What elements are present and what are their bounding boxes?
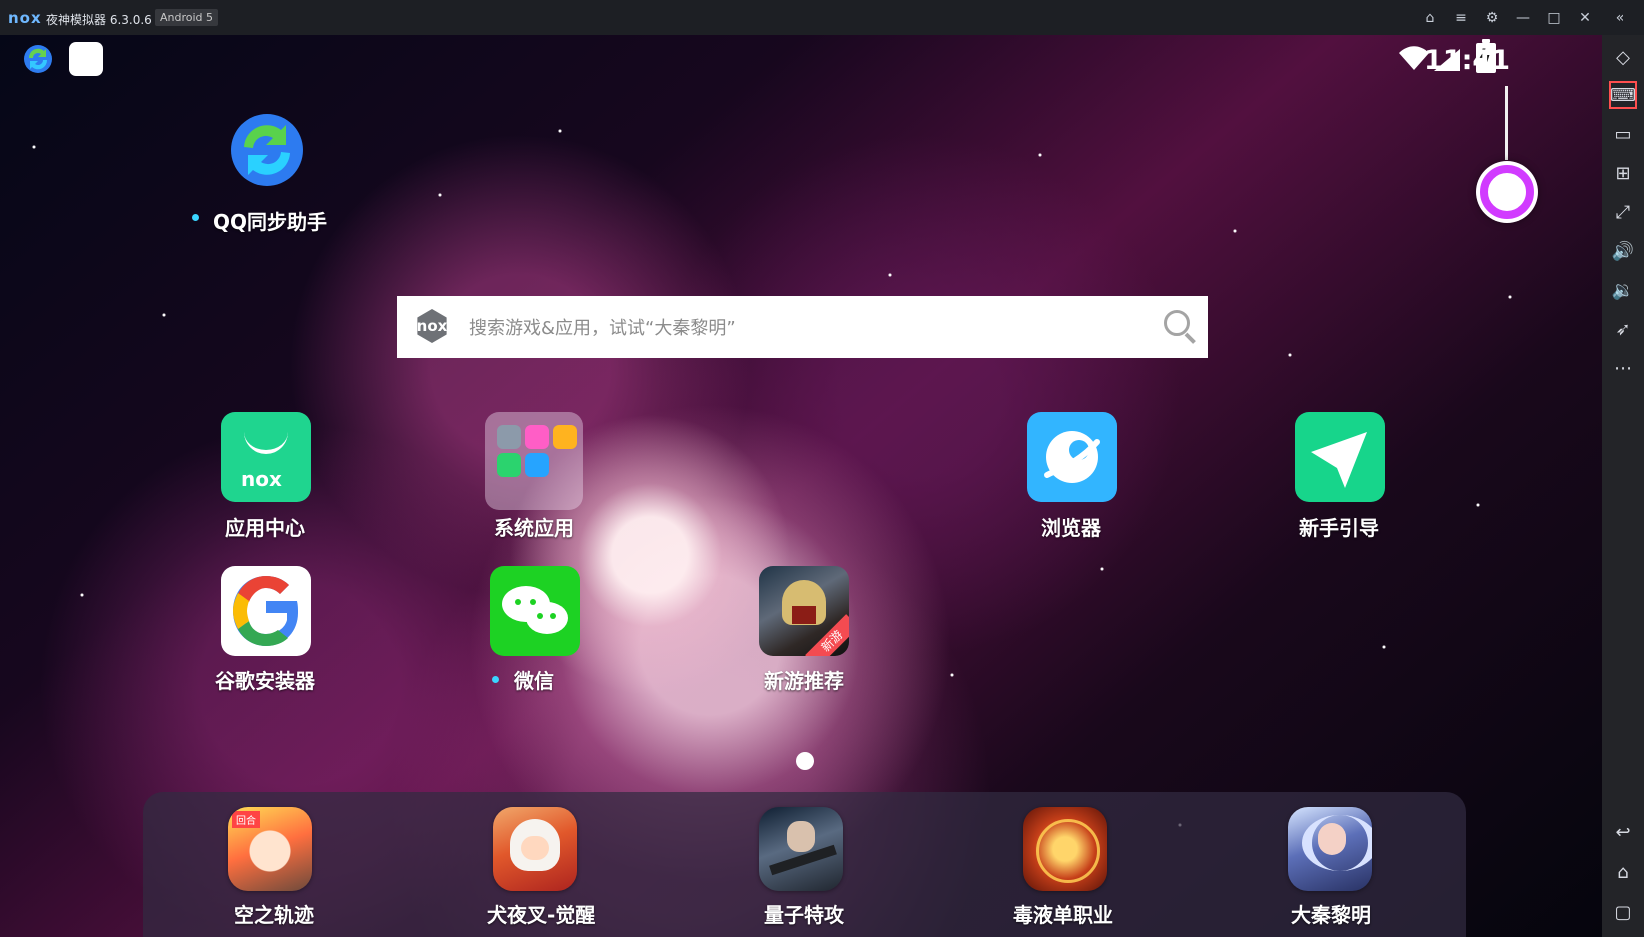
google-bubble-line [1505, 86, 1508, 160]
google-floating-button[interactable] [1476, 161, 1538, 223]
browser-icon[interactable] [1027, 412, 1117, 502]
recent-apps-icon[interactable]: ▢ [1609, 898, 1637, 926]
nox-search-icon: nox [417, 309, 447, 343]
maximize-icon[interactable]: □ [1544, 8, 1564, 28]
golden-ring-icon [1036, 819, 1100, 883]
dock-app-qin-dawn-icon[interactable] [1288, 807, 1372, 891]
search-placeholder: 搜索游戏&应用，试试“大秦黎明” [469, 318, 736, 339]
blank-status-icon [69, 42, 103, 76]
menu-icon[interactable]: ≡ [1451, 8, 1471, 28]
planet-icon [1044, 431, 1100, 483]
gallery-mini-icon [525, 425, 549, 449]
right-toolbar: ◇ ⌨ ▭ ⊞ ⤢ 🔊 🔉 ➶ ⋯ ↩ ⌂ ▢ [1602, 35, 1644, 937]
wardrobe-icon[interactable]: ⌂ [1420, 8, 1440, 28]
warrior-face-icon [792, 606, 816, 624]
app-label-new-game-recommend: 新游推荐 [764, 669, 844, 693]
settings-mini-icon [497, 425, 521, 449]
app-label-app-center: 应用中心 [225, 516, 305, 540]
minimize-icon[interactable]: — [1513, 8, 1533, 28]
window-title: 夜神模拟器 6.3.0.6 [46, 13, 152, 27]
display-icon[interactable]: ▭ [1609, 120, 1637, 148]
window-titlebar: nox 夜神模拟器 6.3.0.6 Android 5 ⌂ ≡ ⚙ — □ ✕ … [0, 0, 1644, 35]
app-update-dot [192, 214, 199, 221]
qq-sync-label: QQ同步助手 [213, 210, 328, 234]
android-version-badge: Android 5 [155, 9, 219, 26]
app-label-browser: 浏览器 [1041, 516, 1101, 540]
dock: 回合 空之轨迹 犬夜叉-觉醒 量子特攻 毒液单职业 大秦黎明 [143, 792, 1466, 937]
app-label-wechat: 微信 [514, 669, 554, 693]
nox-logo: nox [8, 9, 42, 27]
close-icon[interactable]: ✕ [1575, 8, 1595, 28]
google-icon [233, 576, 298, 646]
status-time: 11:41 [1424, 45, 1510, 76]
qq-sync-icon [231, 114, 303, 186]
files-mini-icon [553, 425, 577, 449]
dock-label-qin-dawn: 大秦黎明 [1291, 903, 1371, 927]
home-icon[interactable]: ⌂ [1609, 858, 1637, 886]
google-installer-icon[interactable] [221, 566, 311, 656]
app-label-system-apps: 系统应用 [494, 516, 574, 540]
dock-app-quantum-strike-icon[interactable] [759, 807, 843, 891]
page-indicator [796, 752, 814, 770]
beginner-guide-icon[interactable] [1295, 412, 1385, 502]
shake-icon[interactable]: ◇ [1609, 43, 1637, 71]
download-mini-icon [497, 453, 521, 477]
back-icon[interactable]: ↩ [1609, 818, 1637, 846]
rocket-icon[interactable]: ➶ [1609, 315, 1637, 343]
inuyasha-face-icon [521, 836, 549, 860]
contacts-mini-icon [525, 453, 549, 477]
dock-label-quantum-strike: 量子特攻 [764, 903, 844, 927]
smile-icon [244, 432, 288, 454]
google-g-icon [1480, 165, 1534, 219]
dock-app-sky-trail-icon[interactable]: 回合 [228, 807, 312, 891]
app-label-beginner-guide: 新手引导 [1299, 516, 1379, 540]
dock-label-sky-trail: 空之轨迹 [234, 903, 314, 927]
game-badge-icon: 回合 [232, 811, 260, 828]
search-bar[interactable]: nox 搜索游戏&应用，试试“大秦黎明” [397, 296, 1208, 358]
new-game-recommend-icon[interactable]: 新游 [759, 566, 849, 656]
chat-bubbles-icon [502, 586, 568, 634]
dock-label-inuyasha: 犬夜叉-觉醒 [487, 903, 596, 927]
volume-up-icon[interactable]: 🔊 [1609, 237, 1637, 265]
qq-status-icon [21, 42, 55, 80]
qq-sync-app[interactable] [225, 108, 309, 192]
collapse-sidebar-icon[interactable]: « [1610, 8, 1630, 28]
app-center-icon[interactable]: nox [221, 412, 311, 502]
dock-app-venom-class-icon[interactable] [1023, 807, 1107, 891]
more-icon[interactable]: ⋯ [1609, 354, 1637, 382]
search-icon[interactable] [1164, 310, 1190, 336]
dock-label-venom-class: 毒液单职业 [1013, 903, 1113, 927]
keyboard-icon[interactable]: ⌨ [1609, 81, 1637, 109]
dock-app-inuyasha-icon[interactable] [493, 807, 577, 891]
settings-icon[interactable]: ⚙ [1482, 8, 1502, 28]
apk-install-icon[interactable]: ⊞ [1609, 159, 1637, 187]
wechat-update-dot [492, 676, 499, 683]
volume-down-icon[interactable]: 🔉 [1609, 276, 1637, 304]
nox-mini-logo: nox [241, 467, 282, 491]
hero-hair-icon [1302, 815, 1372, 871]
android-screen: 11:41 QQ同步助手 nox 搜索游戏&应用，试试“大秦黎明” nox 应用… [0, 35, 1602, 937]
soldier-head-icon [787, 821, 815, 852]
system-apps-folder[interactable] [485, 412, 583, 510]
wechat-icon[interactable] [490, 566, 580, 656]
paper-plane-icon [1311, 432, 1367, 488]
app-label-google-installer: 谷歌安装器 [215, 669, 315, 693]
fullscreen-icon[interactable]: ⤢ [1609, 198, 1637, 226]
